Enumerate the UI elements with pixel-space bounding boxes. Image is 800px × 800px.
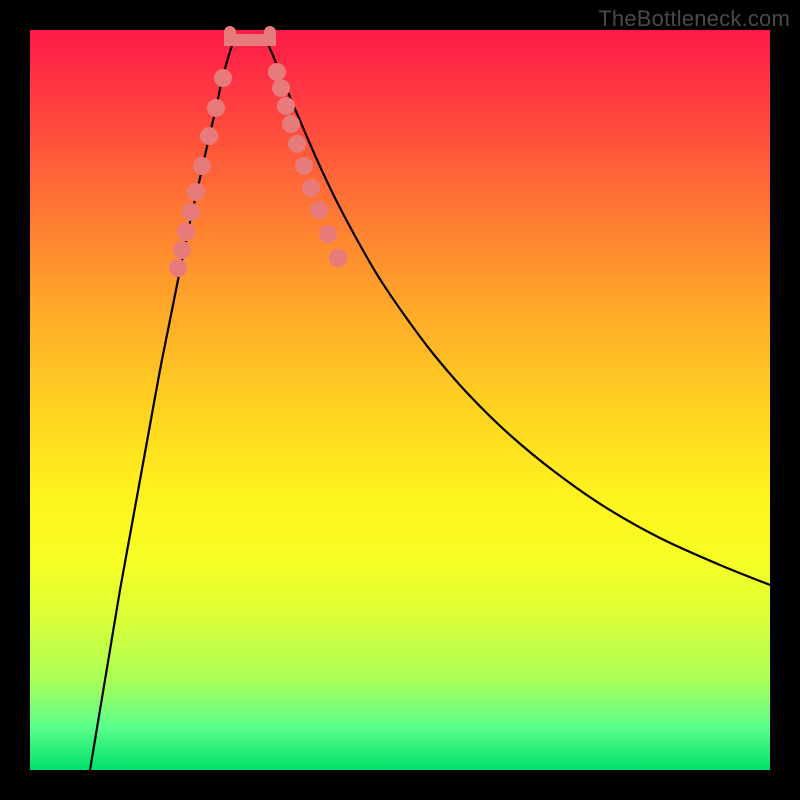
watermark-text: TheBottleneck.com [598, 6, 790, 32]
trough-bracket [230, 32, 270, 40]
marker-dot [282, 115, 300, 133]
marker-dot [173, 241, 191, 259]
marker-dot [302, 179, 320, 197]
marker-dot [288, 135, 306, 153]
curve-left [90, 42, 233, 770]
marker-dot [169, 259, 187, 277]
marker-dot [310, 201, 328, 219]
marker-dot [272, 79, 290, 97]
marker-dot [193, 157, 211, 175]
marker-dot [200, 127, 218, 145]
marker-dot [214, 69, 232, 87]
chart-svg [30, 30, 770, 770]
marker-dot [319, 225, 337, 243]
marker-dots-group [169, 63, 347, 277]
marker-dot [268, 63, 286, 81]
marker-dot [207, 99, 225, 117]
marker-dot [295, 157, 313, 175]
marker-dot [277, 97, 295, 115]
marker-dot [187, 183, 205, 201]
curve-right [267, 42, 770, 585]
chart-plot-area [30, 30, 770, 770]
marker-dot [329, 249, 347, 267]
marker-dot [177, 223, 195, 241]
marker-dot [182, 203, 200, 221]
